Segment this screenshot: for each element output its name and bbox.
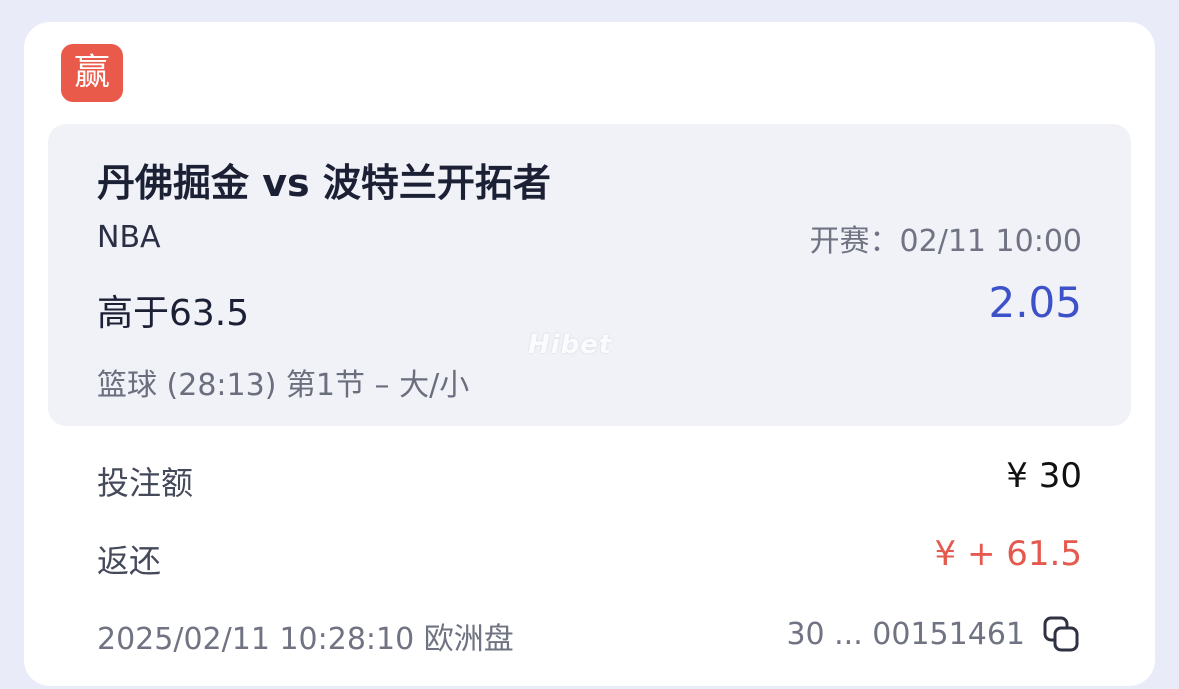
market-description: 篮球 (28:13) 第1节 – 大/小 xyxy=(97,368,470,403)
match-title: 丹佛掘金 vs 波特兰开拓者 xyxy=(97,161,551,205)
kickoff-time: 开赛：02/11 10:00 xyxy=(809,224,1082,259)
bet-placed-info: 2025/02/11 10:28:10 欧洲盘 xyxy=(97,622,514,657)
watermark-logo: Hibet xyxy=(528,330,613,360)
match-details-panel: 丹佛掘金 vs 波特兰开拓者 NBA 开赛：02/11 10:00 高于63.5… xyxy=(48,124,1131,426)
return-value: ¥ + 61.5 xyxy=(934,534,1082,574)
bet-selection: 高于63.5 xyxy=(97,293,250,334)
copy-icon[interactable] xyxy=(1041,614,1081,654)
league-label: NBA xyxy=(97,220,161,255)
return-label: 返还 xyxy=(97,542,162,580)
stake-value: ¥ 30 xyxy=(1006,456,1082,496)
odds-value: 2.05 xyxy=(988,278,1082,327)
win-badge: 赢 xyxy=(61,44,123,102)
bet-id: 30 ... 00151461 xyxy=(786,616,1025,652)
bet-id-group: 30 ... 00151461 xyxy=(786,614,1081,654)
stake-label: 投注额 xyxy=(97,464,194,502)
bet-slip-card: 赢 丹佛掘金 vs 波特兰开拓者 NBA 开赛：02/11 10:00 高于63… xyxy=(24,22,1155,686)
